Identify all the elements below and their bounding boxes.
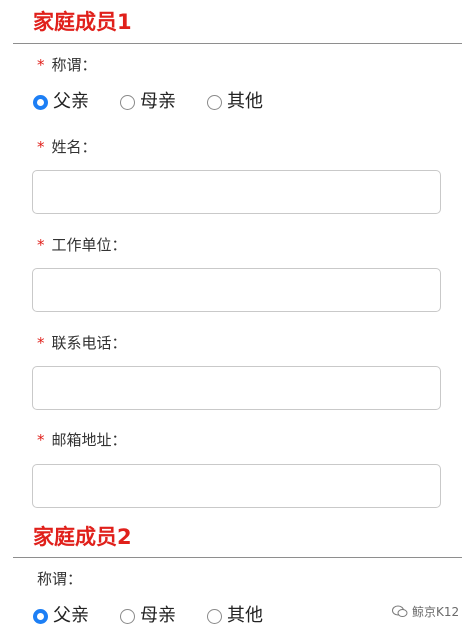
relation-label: * 称谓： xyxy=(37,58,97,73)
section-title: 家庭成员2 xyxy=(33,525,132,549)
phone-input[interactable] xyxy=(32,366,441,410)
radio-unchecked-icon[interactable] xyxy=(120,608,135,624)
radio-checked-icon[interactable] xyxy=(33,94,48,110)
radio-mother[interactable]: 母亲 xyxy=(120,93,176,111)
name-label: * 姓名： xyxy=(37,140,97,155)
section-divider xyxy=(13,557,462,558)
email-label-text: 邮箱地址： xyxy=(51,431,127,449)
watermark: 鲸京K12 xyxy=(392,603,459,620)
workplace-label-text: 工作单位： xyxy=(51,236,127,254)
section-divider xyxy=(13,43,462,44)
required-marker: * xyxy=(37,236,45,254)
radio-label: 其他 xyxy=(227,605,263,626)
email-input[interactable] xyxy=(32,464,441,508)
radio-label: 父亲 xyxy=(53,605,89,626)
radio-unchecked-icon[interactable] xyxy=(207,94,222,110)
required-marker: * xyxy=(37,56,45,74)
required-marker: * xyxy=(37,431,45,449)
radio-father[interactable]: 父亲 xyxy=(33,607,89,625)
email-label: * 邮箱地址： xyxy=(37,433,127,448)
relation-label-text: 称谓： xyxy=(37,570,83,588)
radio-mother[interactable]: 母亲 xyxy=(120,607,176,625)
workplace-label: * 工作单位： xyxy=(37,238,127,253)
phone-label: * 联系电话： xyxy=(37,336,127,351)
relation-radio-group: 父亲 母亲 其他 xyxy=(33,93,294,111)
relation-label-text: 称谓： xyxy=(51,56,97,74)
relation-label: 称谓： xyxy=(37,572,82,587)
radio-unchecked-icon[interactable] xyxy=(207,608,222,624)
name-label-text: 姓名： xyxy=(51,138,97,156)
workplace-input[interactable] xyxy=(32,268,441,312)
radio-label: 父亲 xyxy=(53,91,89,112)
wechat-logo-icon xyxy=(392,605,408,617)
radio-other[interactable]: 其他 xyxy=(207,607,263,625)
radio-unchecked-icon[interactable] xyxy=(120,94,135,110)
phone-label-text: 联系电话： xyxy=(51,334,127,352)
radio-label: 母亲 xyxy=(140,605,176,626)
radio-other[interactable]: 其他 xyxy=(207,93,263,111)
radio-father[interactable]: 父亲 xyxy=(33,93,89,111)
section-title: 家庭成员1 xyxy=(33,10,132,34)
required-marker: * xyxy=(37,138,45,156)
radio-label: 其他 xyxy=(227,91,263,112)
required-marker: * xyxy=(37,334,45,352)
watermark-text: 鲸京K12 xyxy=(412,605,460,619)
radio-checked-icon[interactable] xyxy=(33,608,48,624)
name-input[interactable] xyxy=(32,170,441,214)
radio-label: 母亲 xyxy=(140,91,176,112)
relation-radio-group: 父亲 母亲 其他 xyxy=(33,607,294,625)
